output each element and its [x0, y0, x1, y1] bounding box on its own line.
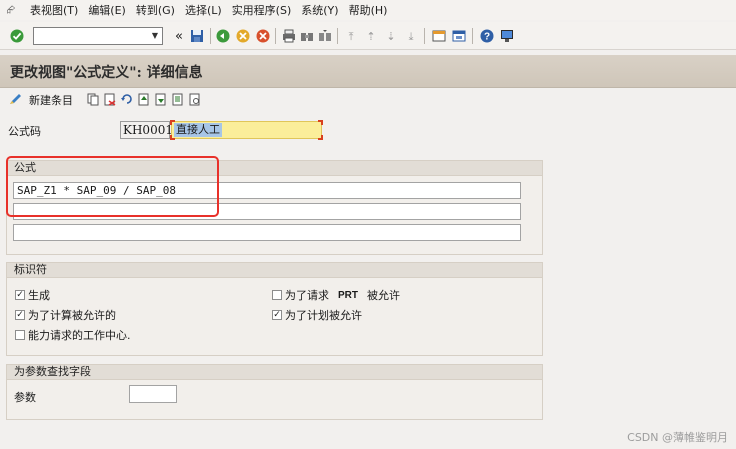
standard-toolbar: ▼ « ⤒ ⇡ ⇣ ⤓ ? [0, 22, 736, 50]
toolbar-separator [472, 28, 473, 44]
print-view-icon[interactable] [188, 92, 202, 107]
checkbox-prt-label-bold: PRT [338, 289, 358, 301]
checkbox-calc-allowed[interactable]: ✓ 为了计算被允许的 [15, 307, 116, 323]
page-title: 更改视图"公式定义": 详细信息 [10, 65, 203, 81]
parameter-group-title: 为参数查找字段 [7, 365, 542, 380]
enter-icon[interactable] [8, 27, 26, 45]
checkmark-icon: ✓ [272, 310, 282, 320]
back-icon[interactable] [214, 27, 232, 45]
svg-text:?: ? [484, 32, 490, 43]
toolbar-separator [210, 28, 211, 44]
parameter-search-group: 为参数查找字段 参数 [6, 364, 543, 420]
highlight-annotation-box [6, 156, 219, 217]
next-entry-icon[interactable] [154, 92, 168, 107]
watermark: CSDN @薄帷鉴明月 [627, 431, 728, 444]
find-icon[interactable] [298, 27, 316, 45]
checkbox-generate[interactable]: ✓ 生成 [15, 287, 50, 303]
next-page-icon[interactable]: ⇣ [382, 27, 400, 45]
chevron-down-icon[interactable]: ▼ [148, 28, 162, 44]
menu-goto[interactable]: 转到(G) [136, 2, 175, 18]
layout-menu-icon[interactable] [498, 27, 516, 45]
menu-utilities[interactable]: 实用程序(S) [232, 2, 292, 18]
parameter-label: 参数 [14, 391, 36, 404]
application-toolbar: 新建条目 [0, 88, 736, 112]
checkbox-empty [272, 290, 282, 300]
toolbar-separator [275, 28, 276, 44]
formula-description-value: 直接人工 [174, 123, 222, 137]
checkbox-empty [15, 330, 25, 340]
checkbox-calc-allowed-label: 为了计算被允许的 [28, 309, 116, 322]
copy-as-icon[interactable] [86, 92, 100, 107]
print-icon[interactable] [280, 27, 298, 45]
shortcut-icon[interactable] [450, 27, 468, 45]
required-marker [318, 135, 323, 140]
checkbox-plan-allowed[interactable]: ✓ 为了计划被允许 [272, 307, 362, 323]
help-icon[interactable]: ? [478, 27, 496, 45]
command-field[interactable] [33, 27, 163, 45]
menu-selection[interactable]: 选择(L) [185, 2, 222, 18]
identifier-group: 标识符 ✓ 生成 ✓ 为了计算被允许的 能力请求的工作中心. 为了请求 PRT … [6, 262, 543, 356]
checkbox-prt-label-pre: 为了请求 [285, 289, 329, 302]
menu-table-view[interactable]: 表视图(T) [30, 2, 78, 18]
toolbar-separator [337, 28, 338, 44]
checkmark-icon: ✓ [15, 310, 25, 320]
checkbox-capacity-workcenter[interactable]: 能力请求的工作中心. [15, 327, 131, 343]
select-all-icon[interactable] [171, 92, 185, 107]
previous-entry-icon[interactable] [137, 92, 151, 107]
previous-page-icon[interactable]: ⇡ [362, 27, 380, 45]
required-marker [170, 120, 175, 125]
first-page-icon[interactable]: ⤒ [342, 27, 360, 45]
save-icon[interactable] [188, 27, 206, 45]
menu-edit[interactable]: 编辑(E) [88, 2, 126, 18]
toolbar-separator [424, 28, 425, 44]
checkmark-icon: ✓ [15, 290, 25, 300]
menu-system[interactable]: 系统(Y) [301, 2, 338, 18]
new-entries-label: 新建条目 [29, 94, 73, 107]
new-entries-button[interactable]: 新建条目 [8, 91, 73, 109]
system-menu-icon[interactable]: ⮳ [2, 3, 20, 17]
checkbox-plan-allowed-label: 为了计划被允许 [285, 309, 362, 322]
title-bar: 更改视图"公式定义": 详细信息 [0, 55, 736, 88]
formula-code-label: 公式码 [8, 125, 41, 138]
cancel-icon[interactable] [254, 27, 272, 45]
formula-code-field: KH0001 [120, 121, 173, 139]
exit-icon[interactable] [234, 27, 252, 45]
last-page-icon[interactable]: ⤓ [402, 27, 420, 45]
find-next-icon[interactable] [316, 27, 334, 45]
checkbox-capacity-workcenter-label: 能力请求的工作中心. [28, 329, 131, 342]
pencil-icon [8, 92, 24, 109]
checkbox-generate-label: 生成 [28, 289, 50, 302]
delete-icon[interactable] [103, 92, 117, 107]
checkbox-prt-label-post: 被允许 [367, 289, 400, 302]
required-marker [170, 135, 175, 140]
identifier-group-title: 标识符 [7, 263, 542, 278]
collapse-arrows-icon[interactable]: « [170, 27, 188, 45]
menu-bar: ⮳ 表视图(T) 编辑(E) 转到(G) 选择(L) 实用程序(S) 系统(Y)… [0, 0, 736, 20]
formula-description-field[interactable]: 直接人工 [170, 120, 323, 140]
formula-line-3[interactable] [13, 224, 521, 241]
menu-help[interactable]: 帮助(H) [349, 2, 388, 18]
undo-change-icon[interactable] [120, 92, 134, 107]
parameter-input[interactable] [129, 385, 177, 403]
new-session-icon[interactable] [430, 27, 448, 45]
required-marker [318, 120, 323, 125]
checkbox-prt-allowed[interactable]: 为了请求 PRT 被允许 [272, 287, 400, 303]
